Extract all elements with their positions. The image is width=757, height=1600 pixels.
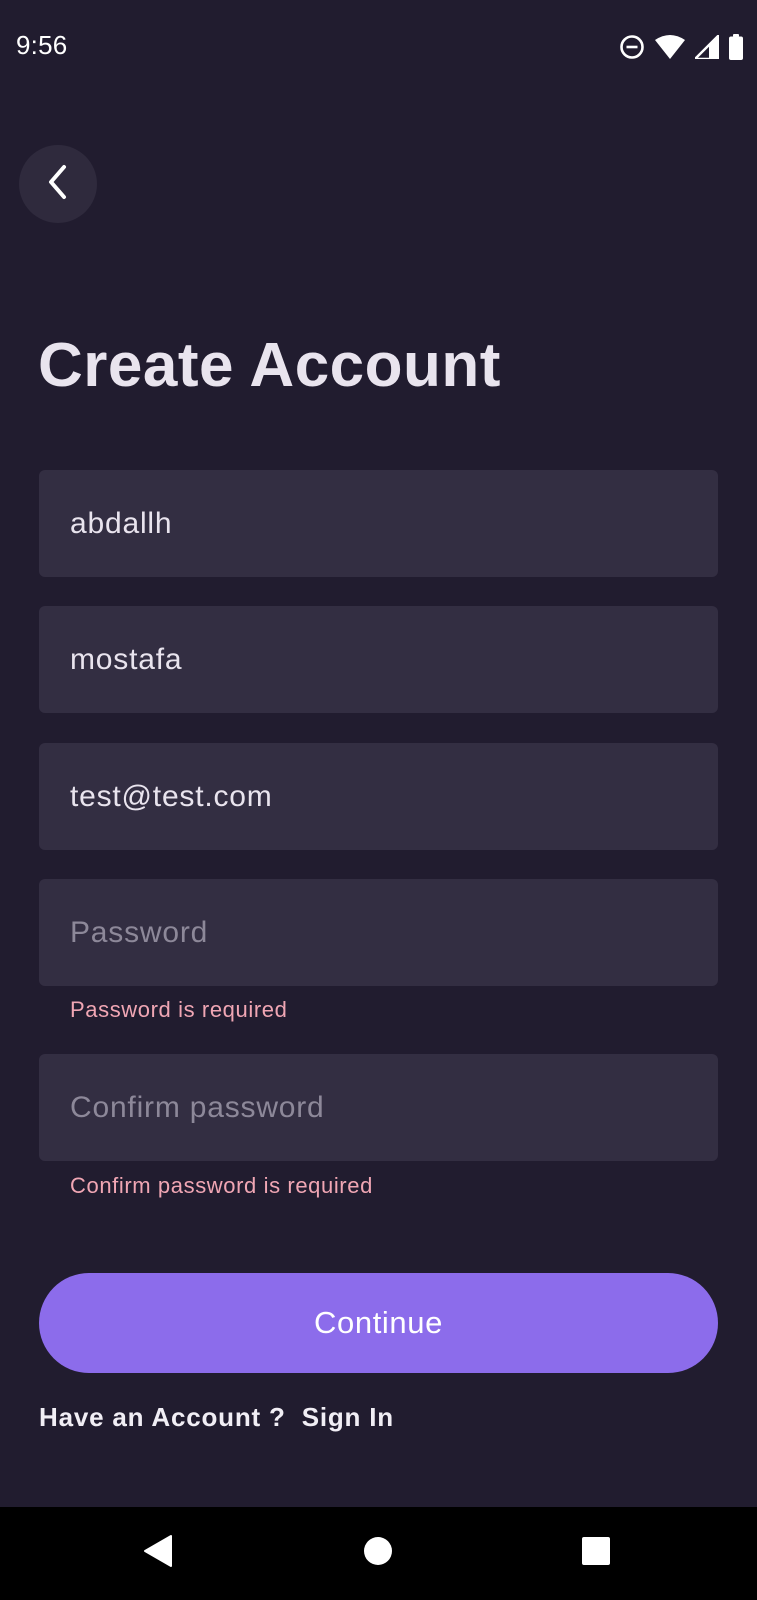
email-input[interactable] [70,779,687,814]
continue-button[interactable]: Continue [39,1273,718,1373]
last-name-field[interactable] [39,606,718,713]
nav-home-button[interactable] [333,1507,423,1600]
battery-icon [729,34,743,60]
cellular-signal-icon [695,35,719,59]
nav-back-button[interactable] [113,1507,203,1600]
password-field[interactable] [39,879,718,986]
password-input[interactable] [70,915,687,950]
navigation-bar [0,1507,757,1600]
confirm-password-input[interactable] [70,1090,687,1125]
chevron-left-icon [45,163,71,206]
first-name-input[interactable] [70,506,687,541]
status-bar: 9:56 [0,0,757,96]
nav-recents-button[interactable] [551,1507,641,1600]
do-not-disturb-icon [619,34,645,60]
first-name-field[interactable] [39,470,718,577]
home-circle-icon [363,1536,393,1571]
status-time: 9:56 [16,30,68,60]
back-triangle-icon [143,1534,173,1573]
sign-in-link[interactable]: Sign In [302,1402,394,1433]
page-title: Create Account [38,331,501,400]
status-icons [619,33,743,61]
sign-in-prompt: Have an Account ? Sign In [39,1402,394,1433]
password-error: Password is required [70,997,288,1022]
wifi-icon [655,35,685,59]
recents-square-icon [581,1536,611,1571]
email-field[interactable] [39,743,718,850]
have-account-text: Have an Account ? [39,1402,286,1432]
last-name-input[interactable] [70,642,687,677]
confirm-password-field[interactable] [39,1054,718,1161]
confirm-password-error: Confirm password is required [70,1173,373,1198]
back-button[interactable] [19,145,97,223]
